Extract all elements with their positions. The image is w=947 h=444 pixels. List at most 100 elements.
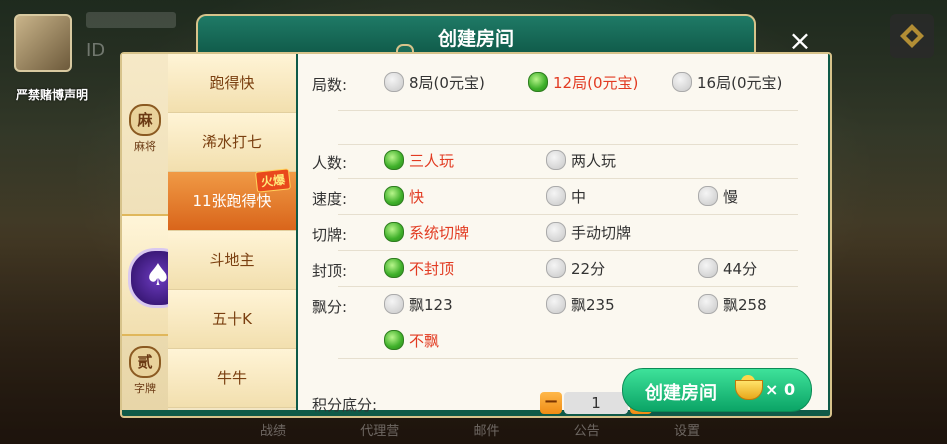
divider [338, 358, 798, 359]
rounds-option-8[interactable]: 8局(0元宝) [384, 72, 485, 93]
dialog-title-bar: 创建房间 [196, 14, 756, 56]
radio-icon [698, 258, 718, 278]
float-option-123[interactable]: 飘123 [384, 294, 453, 315]
options-panel: 局数: 8局(0元宝) 12局(0元宝) 16局(0元宝) 人数: 三人玩 两人… [298, 54, 828, 414]
option-label: 三人玩 [409, 152, 455, 170]
option-label: 22分 [571, 260, 606, 278]
ingot-cost: × 0 [765, 380, 796, 399]
game-list: 跑得快 浠水打七 11张跑得快 斗地主 五十K 牛牛 [168, 54, 296, 410]
gold-ingot-icon [735, 380, 763, 400]
players-option-three[interactable]: 三人玩 [384, 150, 454, 171]
radio-icon [546, 186, 566, 206]
players-label: 人数: [312, 154, 348, 172]
option-label: 中 [571, 188, 587, 206]
score-decrease-button[interactable]: − [540, 392, 562, 414]
speed-option-medium[interactable]: 中 [546, 186, 586, 207]
option-label: 飘258 [723, 296, 767, 314]
radio-checked-icon [384, 258, 404, 278]
rounds-option-16[interactable]: 16局(0元宝) [672, 72, 782, 93]
float-option-none[interactable]: 不飘 [384, 330, 439, 351]
score-label: 积分底分: [312, 396, 378, 414]
radio-icon [546, 294, 566, 314]
option-label: 手动切牌 [571, 224, 632, 242]
game-item[interactable]: 浠水打七 [168, 113, 296, 172]
category-label: 字牌 [134, 382, 156, 395]
create-room-button[interactable]: 创建房间 × 0 [622, 368, 812, 412]
radio-icon [672, 72, 692, 92]
divider [338, 250, 798, 251]
zipai-coin-icon: 贰 [129, 346, 161, 378]
radio-icon [698, 294, 718, 314]
option-label: 不封顶 [409, 260, 455, 278]
speed-option-fast[interactable]: 快 [384, 186, 424, 207]
option-label: 不飘 [409, 332, 440, 350]
float-option-235[interactable]: 飘235 [546, 294, 615, 315]
radio-checked-icon [384, 222, 404, 242]
nav-record[interactable]: 战绩 [260, 420, 286, 439]
nav-agent[interactable]: 代理营 [360, 420, 399, 439]
nav-mail[interactable]: 邮件 [473, 420, 499, 439]
game-item[interactable]: 牛牛 [168, 349, 296, 408]
bottom-nav: 战绩 代理营 邮件 公告 设置 [260, 420, 700, 439]
avatar[interactable] [14, 14, 72, 72]
game-item[interactable]: 五十K [168, 290, 296, 349]
cut-option-system[interactable]: 系统切牌 [384, 222, 469, 243]
score-value[interactable]: 1 [564, 392, 628, 414]
divider [338, 286, 798, 287]
game-item[interactable]: 跑得快 [168, 54, 296, 113]
radio-checked-icon [528, 72, 548, 92]
option-label: 飘235 [571, 296, 615, 314]
game-item[interactable]: 斗地主 [168, 231, 296, 290]
category-mahjong[interactable]: 麻 麻将 [122, 104, 168, 154]
cap-option-none[interactable]: 不封顶 [384, 258, 454, 279]
option-label: 快 [409, 188, 425, 206]
float-label: 飘分: [312, 298, 348, 316]
radio-icon [546, 150, 566, 170]
nav-settings[interactable]: 设置 [674, 420, 700, 439]
cap-option-22[interactable]: 22分 [546, 258, 605, 279]
option-label: 8局(0元宝) [409, 74, 485, 92]
divider [338, 178, 798, 179]
cap-label: 封顶: [312, 262, 348, 280]
category-zipai[interactable]: 贰 字牌 [122, 346, 168, 396]
cut-option-manual[interactable]: 手动切牌 [546, 222, 631, 243]
option-label: 两人玩 [571, 152, 617, 170]
warning-text[interactable]: 严禁赌博声明 [16, 86, 88, 103]
divider [338, 144, 798, 145]
rounds-option-12[interactable]: 12局(0元宝) [528, 72, 638, 93]
option-label: 12局(0元宝) [553, 74, 639, 92]
player-id: ID [86, 40, 106, 61]
mahjong-coin-icon: 麻 [129, 104, 161, 136]
option-label: 系统切牌 [409, 224, 470, 242]
radio-icon [384, 294, 404, 314]
nav-notice[interactable]: 公告 [574, 420, 600, 439]
speed-option-slow[interactable]: 慢 [698, 186, 738, 207]
category-sidebar: 麻 麻将 ♠ 贰 字牌 [122, 54, 188, 410]
divider [338, 110, 798, 111]
dialog-title: 创建房间 [437, 28, 514, 50]
float-option-258[interactable]: 飘258 [698, 294, 767, 315]
create-room-label: 创建房间 [645, 383, 717, 404]
speed-label: 速度: [312, 190, 348, 208]
radio-icon [546, 222, 566, 242]
radio-icon [698, 186, 718, 206]
cap-option-44[interactable]: 44分 [698, 258, 757, 279]
rounds-label: 局数: [312, 76, 348, 94]
radio-checked-icon [384, 330, 404, 350]
cut-label: 切牌: [312, 226, 348, 244]
radio-icon [546, 258, 566, 278]
radio-icon [384, 72, 404, 92]
radio-checked-icon [384, 186, 404, 206]
option-label: 16局(0元宝) [697, 74, 783, 92]
option-label: 44分 [723, 260, 758, 278]
corner-menu-button[interactable] [890, 14, 934, 58]
option-label: 飘123 [409, 296, 453, 314]
option-label: 慢 [723, 188, 739, 206]
category-label: 麻将 [134, 140, 156, 153]
divider [338, 214, 798, 215]
diamond-icon [900, 24, 924, 48]
create-room-dialog: 创建房间 × 麻 麻将 ♠ 贰 字牌 跑得快 浠水打七 11张跑得快 斗地主 五… [118, 14, 832, 418]
hot-badge: 火爆 [254, 168, 292, 193]
radio-checked-icon [384, 150, 404, 170]
players-option-two[interactable]: 两人玩 [546, 150, 616, 171]
